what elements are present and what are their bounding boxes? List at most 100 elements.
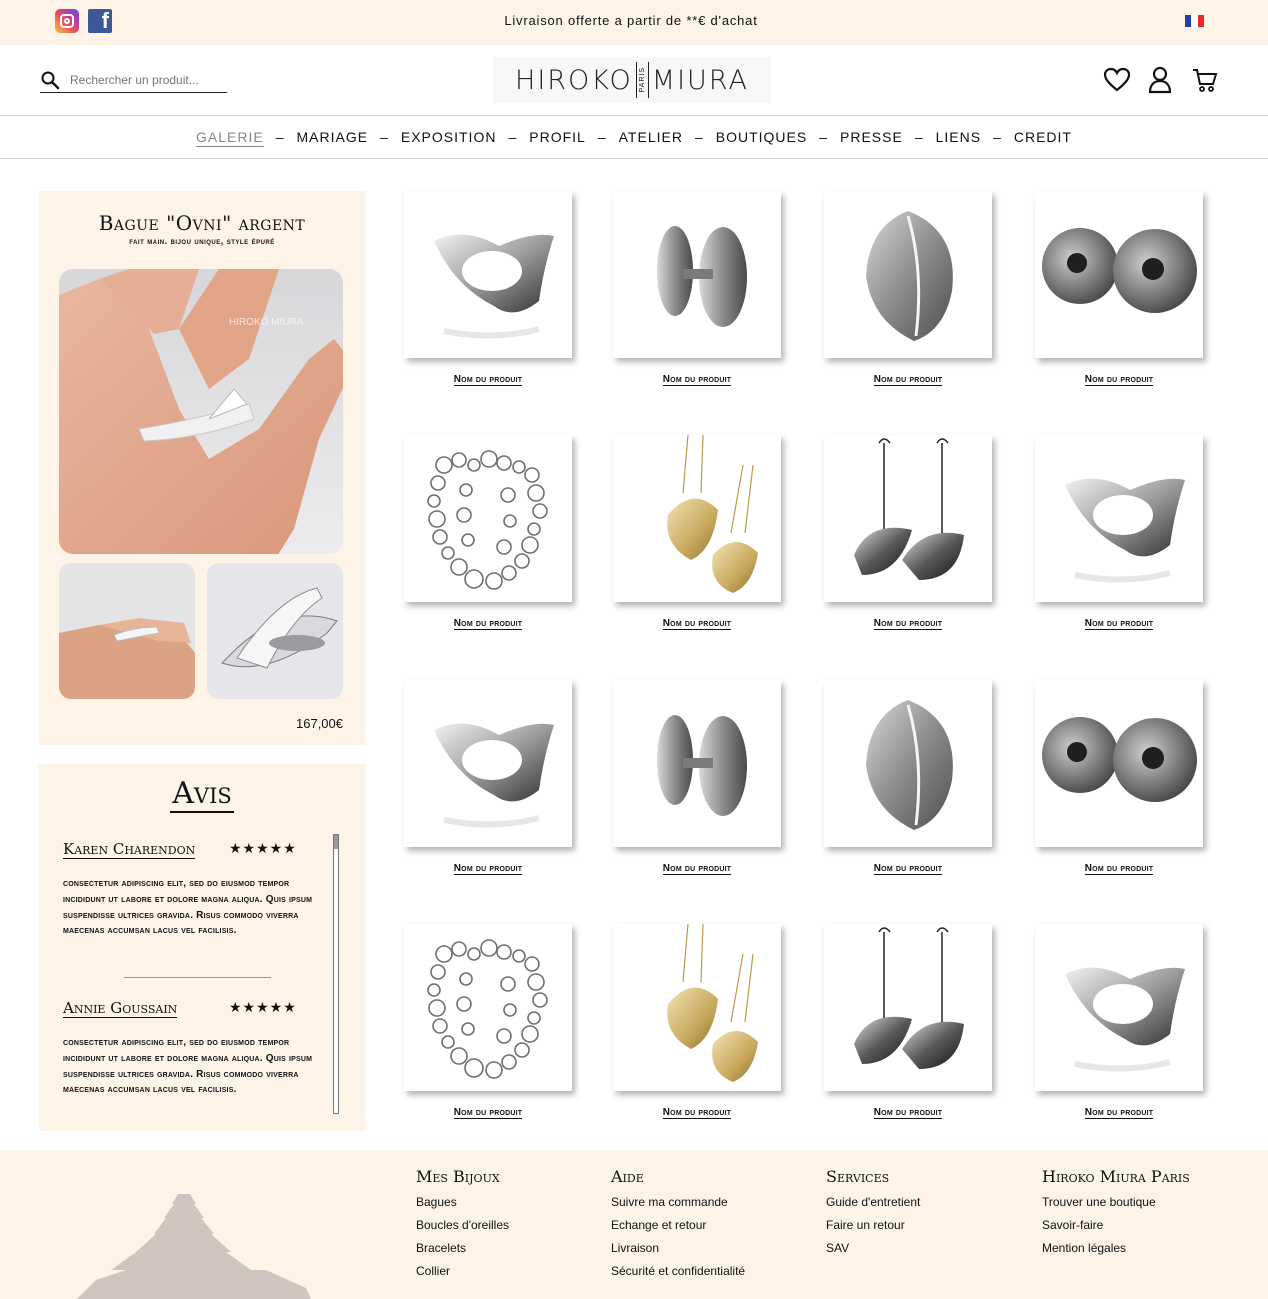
nav-separator: –: [275, 129, 285, 145]
product-tile-cufflinks[interactable]: [613, 191, 781, 358]
review-text: consectetur adipiscing elit, sed do eius…: [63, 1037, 313, 1096]
product-tile-earrings[interactable]: [1035, 680, 1203, 847]
footer-link-bracelets[interactable]: Bracelets: [416, 1241, 509, 1255]
product-name-link[interactable]: Nom du produit: [1035, 1107, 1203, 1119]
search-bar[interactable]: [40, 68, 227, 93]
announcement-bar: f Livraison offerte a partir de **€ d'ac…: [0, 0, 1268, 45]
product-thumbnail-1[interactable]: [59, 563, 195, 699]
footer-link-retour[interactable]: Faire un retour: [826, 1218, 920, 1232]
user-icon[interactable]: [1146, 66, 1174, 94]
product-tile-chain[interactable]: [404, 435, 572, 602]
footer-link-savoir-faire[interactable]: Savoir-faire: [1042, 1218, 1190, 1232]
product-subtitle: fait main. bijou unique, style épuré: [129, 236, 275, 246]
nav-exposition[interactable]: EXPOSITION: [401, 129, 497, 145]
nav-credit[interactable]: CREDIT: [1014, 129, 1072, 145]
product-name-link[interactable]: Nom du produit: [1035, 374, 1203, 386]
product-thumbnail-2[interactable]: [207, 563, 343, 699]
review-text: consectetur adipiscing elit, sed do eius…: [63, 878, 313, 937]
earrings-image: [1042, 228, 1197, 313]
footer-link-sav[interactable]: SAV: [826, 1241, 920, 1255]
footer-column-bijoux: Mes Bijoux Bagues Boucles d'oreilles Bra…: [416, 1167, 509, 1287]
footer-heading: Mes Bijoux: [416, 1167, 500, 1186]
earrings-image: [1042, 717, 1197, 802]
footer-link-securite[interactable]: Sécurité et confidentialité: [611, 1264, 745, 1278]
product-tile-drop-earrings[interactable]: [824, 435, 992, 602]
footer-column-brand: Hiroko Miura Paris Trouver une boutique …: [1042, 1167, 1190, 1264]
product-name-link[interactable]: Nom du produit: [404, 1107, 572, 1119]
gold-pendants-image: [667, 435, 758, 593]
product-name-link[interactable]: Nom du produit: [613, 374, 781, 386]
product-name-link[interactable]: Nom du produit: [404, 374, 572, 386]
reviews-title: Avis: [170, 776, 234, 813]
gold-pendants-image: [667, 924, 758, 1082]
product-name-link[interactable]: Nom du produit: [613, 1107, 781, 1119]
nav-separator: –: [380, 129, 389, 145]
drop-earrings-image: [854, 438, 964, 580]
nav-liens[interactable]: LIENS: [936, 129, 981, 145]
logo-divider: PARIS: [635, 62, 649, 98]
product-tile-chain[interactable]: [404, 924, 572, 1091]
nav-separator: –: [508, 129, 518, 145]
logo-middle: PARIS: [638, 67, 646, 93]
nav-boutiques[interactable]: BOUTIQUES: [716, 129, 807, 145]
pendant-image: [866, 211, 953, 341]
reviewer-name: Karen Charendon: [63, 840, 196, 859]
reviews-panel: Avis Karen Charendon ★★★★★ consectetur a…: [39, 764, 365, 1131]
nav-presse[interactable]: PRESSE: [840, 129, 903, 145]
product-tile-gold-pendants[interactable]: [613, 435, 781, 602]
nav-galerie[interactable]: GALERIE: [196, 129, 264, 145]
footer-link-guide[interactable]: Guide d'entretient: [826, 1195, 920, 1209]
product-tile-ring[interactable]: [404, 680, 572, 847]
review-stars: ★★★★★: [229, 999, 297, 1015]
nav-profil[interactable]: PROFIL: [529, 129, 586, 145]
france-flag-icon[interactable]: [1185, 15, 1204, 27]
footer-link-bagues[interactable]: Bagues: [416, 1195, 509, 1209]
reviews-scrollbar[interactable]: [333, 834, 339, 1114]
product-tile-ring[interactable]: [1035, 435, 1203, 602]
product-name-link[interactable]: Nom du produit: [404, 618, 572, 630]
product-tile-earrings[interactable]: [1035, 191, 1203, 358]
search-icon[interactable]: [40, 70, 60, 90]
footer-link-mentions[interactable]: Mention légales: [1042, 1241, 1190, 1255]
footer-heading: Hiroko Miura Paris: [1042, 1167, 1190, 1186]
search-input[interactable]: [70, 73, 220, 87]
product-name-link[interactable]: Nom du produit: [824, 374, 992, 386]
footer-link-livraison[interactable]: Livraison: [611, 1241, 745, 1255]
footer-column-aide: Aide Suivre ma commande Echange et retou…: [611, 1167, 745, 1287]
footer-link-echange[interactable]: Echange et retour: [611, 1218, 745, 1232]
nav-separator: –: [597, 129, 607, 145]
logo-left: HIROKO: [515, 64, 633, 96]
heart-icon[interactable]: [1103, 66, 1131, 94]
product-tile-ring[interactable]: [1035, 924, 1203, 1091]
product-tile-gold-pendants[interactable]: [613, 924, 781, 1091]
footer-column-services: Services Guide d'entretient Faire un ret…: [826, 1167, 920, 1264]
product-tile-ring[interactable]: [404, 191, 572, 358]
nav-separator: –: [819, 129, 828, 145]
product-name-link[interactable]: Nom du produit: [1035, 618, 1203, 630]
footer-link-collier[interactable]: Collier: [416, 1264, 509, 1278]
product-name-link[interactable]: Nom du produit: [404, 863, 572, 875]
product-name-link[interactable]: Nom du produit: [824, 618, 992, 630]
logo-right: MIURA: [651, 64, 749, 96]
product-main-photo[interactable]: HIROKO MIURA: [59, 269, 343, 554]
product-name-link[interactable]: Nom du produit: [824, 863, 992, 875]
footer-link-boutique[interactable]: Trouver une boutique: [1042, 1195, 1190, 1209]
scrollbar-thumb[interactable]: [334, 835, 338, 849]
nav-atelier[interactable]: ATELIER: [619, 129, 683, 145]
announcement-text: Livraison offerte a partir de **€ d'acha…: [504, 13, 758, 28]
footer-link-suivre[interactable]: Suivre ma commande: [611, 1195, 745, 1209]
cufflinks-image: [657, 226, 747, 327]
product-tile-cufflinks[interactable]: [613, 680, 781, 847]
cart-icon[interactable]: [1191, 66, 1219, 94]
product-name-link[interactable]: Nom du produit: [613, 863, 781, 875]
footer-link-boucles[interactable]: Boucles d'oreilles: [416, 1218, 509, 1232]
product-tile-pendant[interactable]: [824, 680, 992, 847]
footer-heading: Aide: [611, 1167, 644, 1186]
product-name-link[interactable]: Nom du produit: [1035, 863, 1203, 875]
product-tile-drop-earrings[interactable]: [824, 924, 992, 1091]
nav-mariage[interactable]: MARIAGE: [297, 129, 369, 145]
product-name-link[interactable]: Nom du produit: [824, 1107, 992, 1119]
brand-logo[interactable]: HIROKO PARIS MIURA: [493, 57, 771, 103]
product-name-link[interactable]: Nom du produit: [613, 618, 781, 630]
product-tile-pendant[interactable]: [824, 191, 992, 358]
